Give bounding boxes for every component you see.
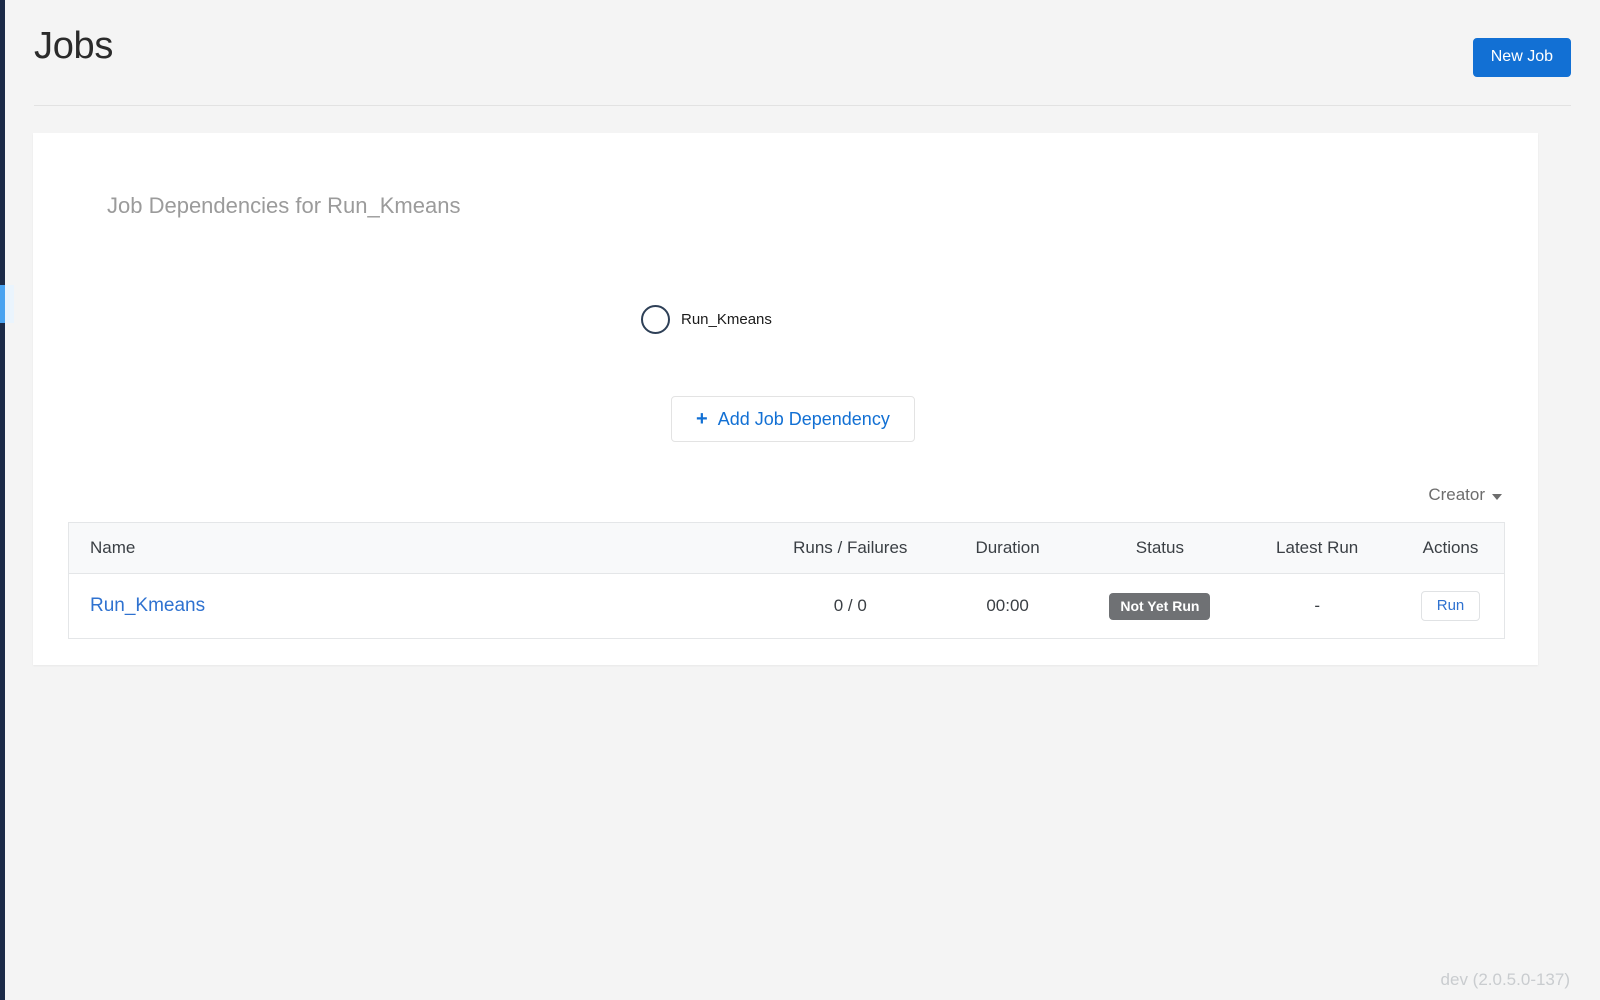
- creator-filter-label: Creator: [1428, 485, 1485, 505]
- status-badge: Not Yet Run: [1109, 593, 1210, 620]
- table-row: Run_Kmeans 0 / 0 00:00 Not Yet Run - Run: [69, 574, 1504, 639]
- add-job-dependency-label: Add Job Dependency: [718, 410, 890, 428]
- dependency-graph: Run_Kmeans: [33, 283, 1538, 383]
- creator-filter-dropdown[interactable]: Creator: [1428, 485, 1502, 505]
- column-header-name[interactable]: Name: [69, 523, 768, 574]
- plus-icon: +: [696, 409, 708, 429]
- cell-name: Run_Kmeans: [69, 574, 768, 639]
- jobs-table: Name Runs / Failures Duration Status Lat…: [68, 522, 1505, 639]
- column-header-runs-failures[interactable]: Runs / Failures: [768, 523, 933, 574]
- app-version-footer: dev (2.0.5.0-137): [1441, 970, 1570, 990]
- cell-latest-run: -: [1237, 574, 1397, 639]
- sidebar-rail[interactable]: [0, 0, 5, 1000]
- cell-status: Not Yet Run: [1083, 574, 1238, 639]
- column-header-duration[interactable]: Duration: [933, 523, 1083, 574]
- sidebar-active-indicator: [0, 285, 5, 323]
- run-job-button[interactable]: Run: [1421, 591, 1481, 621]
- graph-node-label: Run_Kmeans: [681, 311, 772, 328]
- cell-duration: 00:00: [933, 574, 1083, 639]
- job-name-link[interactable]: Run_Kmeans: [90, 595, 205, 616]
- column-header-status[interactable]: Status: [1083, 523, 1238, 574]
- add-job-dependency-button[interactable]: + Add Job Dependency: [671, 396, 915, 442]
- page-title: Jobs: [34, 25, 113, 68]
- graph-node-run-kmeans[interactable]: Run_Kmeans: [641, 305, 772, 334]
- chevron-down-icon: [1492, 494, 1502, 500]
- dependency-section-heading: Job Dependencies for Run_Kmeans: [107, 193, 460, 219]
- page-container: Jobs New Job Job Dependencies for Run_Km…: [5, 0, 1600, 1000]
- cell-runs-failures: 0 / 0: [768, 574, 933, 639]
- page-header: Jobs New Job: [5, 0, 1600, 106]
- column-header-latest-run[interactable]: Latest Run: [1237, 523, 1397, 574]
- sidebar-hover-glow: [5, 285, 14, 323]
- column-header-actions[interactable]: Actions: [1397, 523, 1504, 574]
- cell-actions: Run: [1397, 574, 1504, 639]
- table-header-row: Name Runs / Failures Duration Status Lat…: [69, 523, 1504, 574]
- new-job-button[interactable]: New Job: [1473, 38, 1571, 77]
- circle-node-icon: [641, 305, 670, 334]
- jobs-card: Job Dependencies for Run_Kmeans Run_Kmea…: [33, 133, 1538, 665]
- header-divider: [34, 105, 1571, 106]
